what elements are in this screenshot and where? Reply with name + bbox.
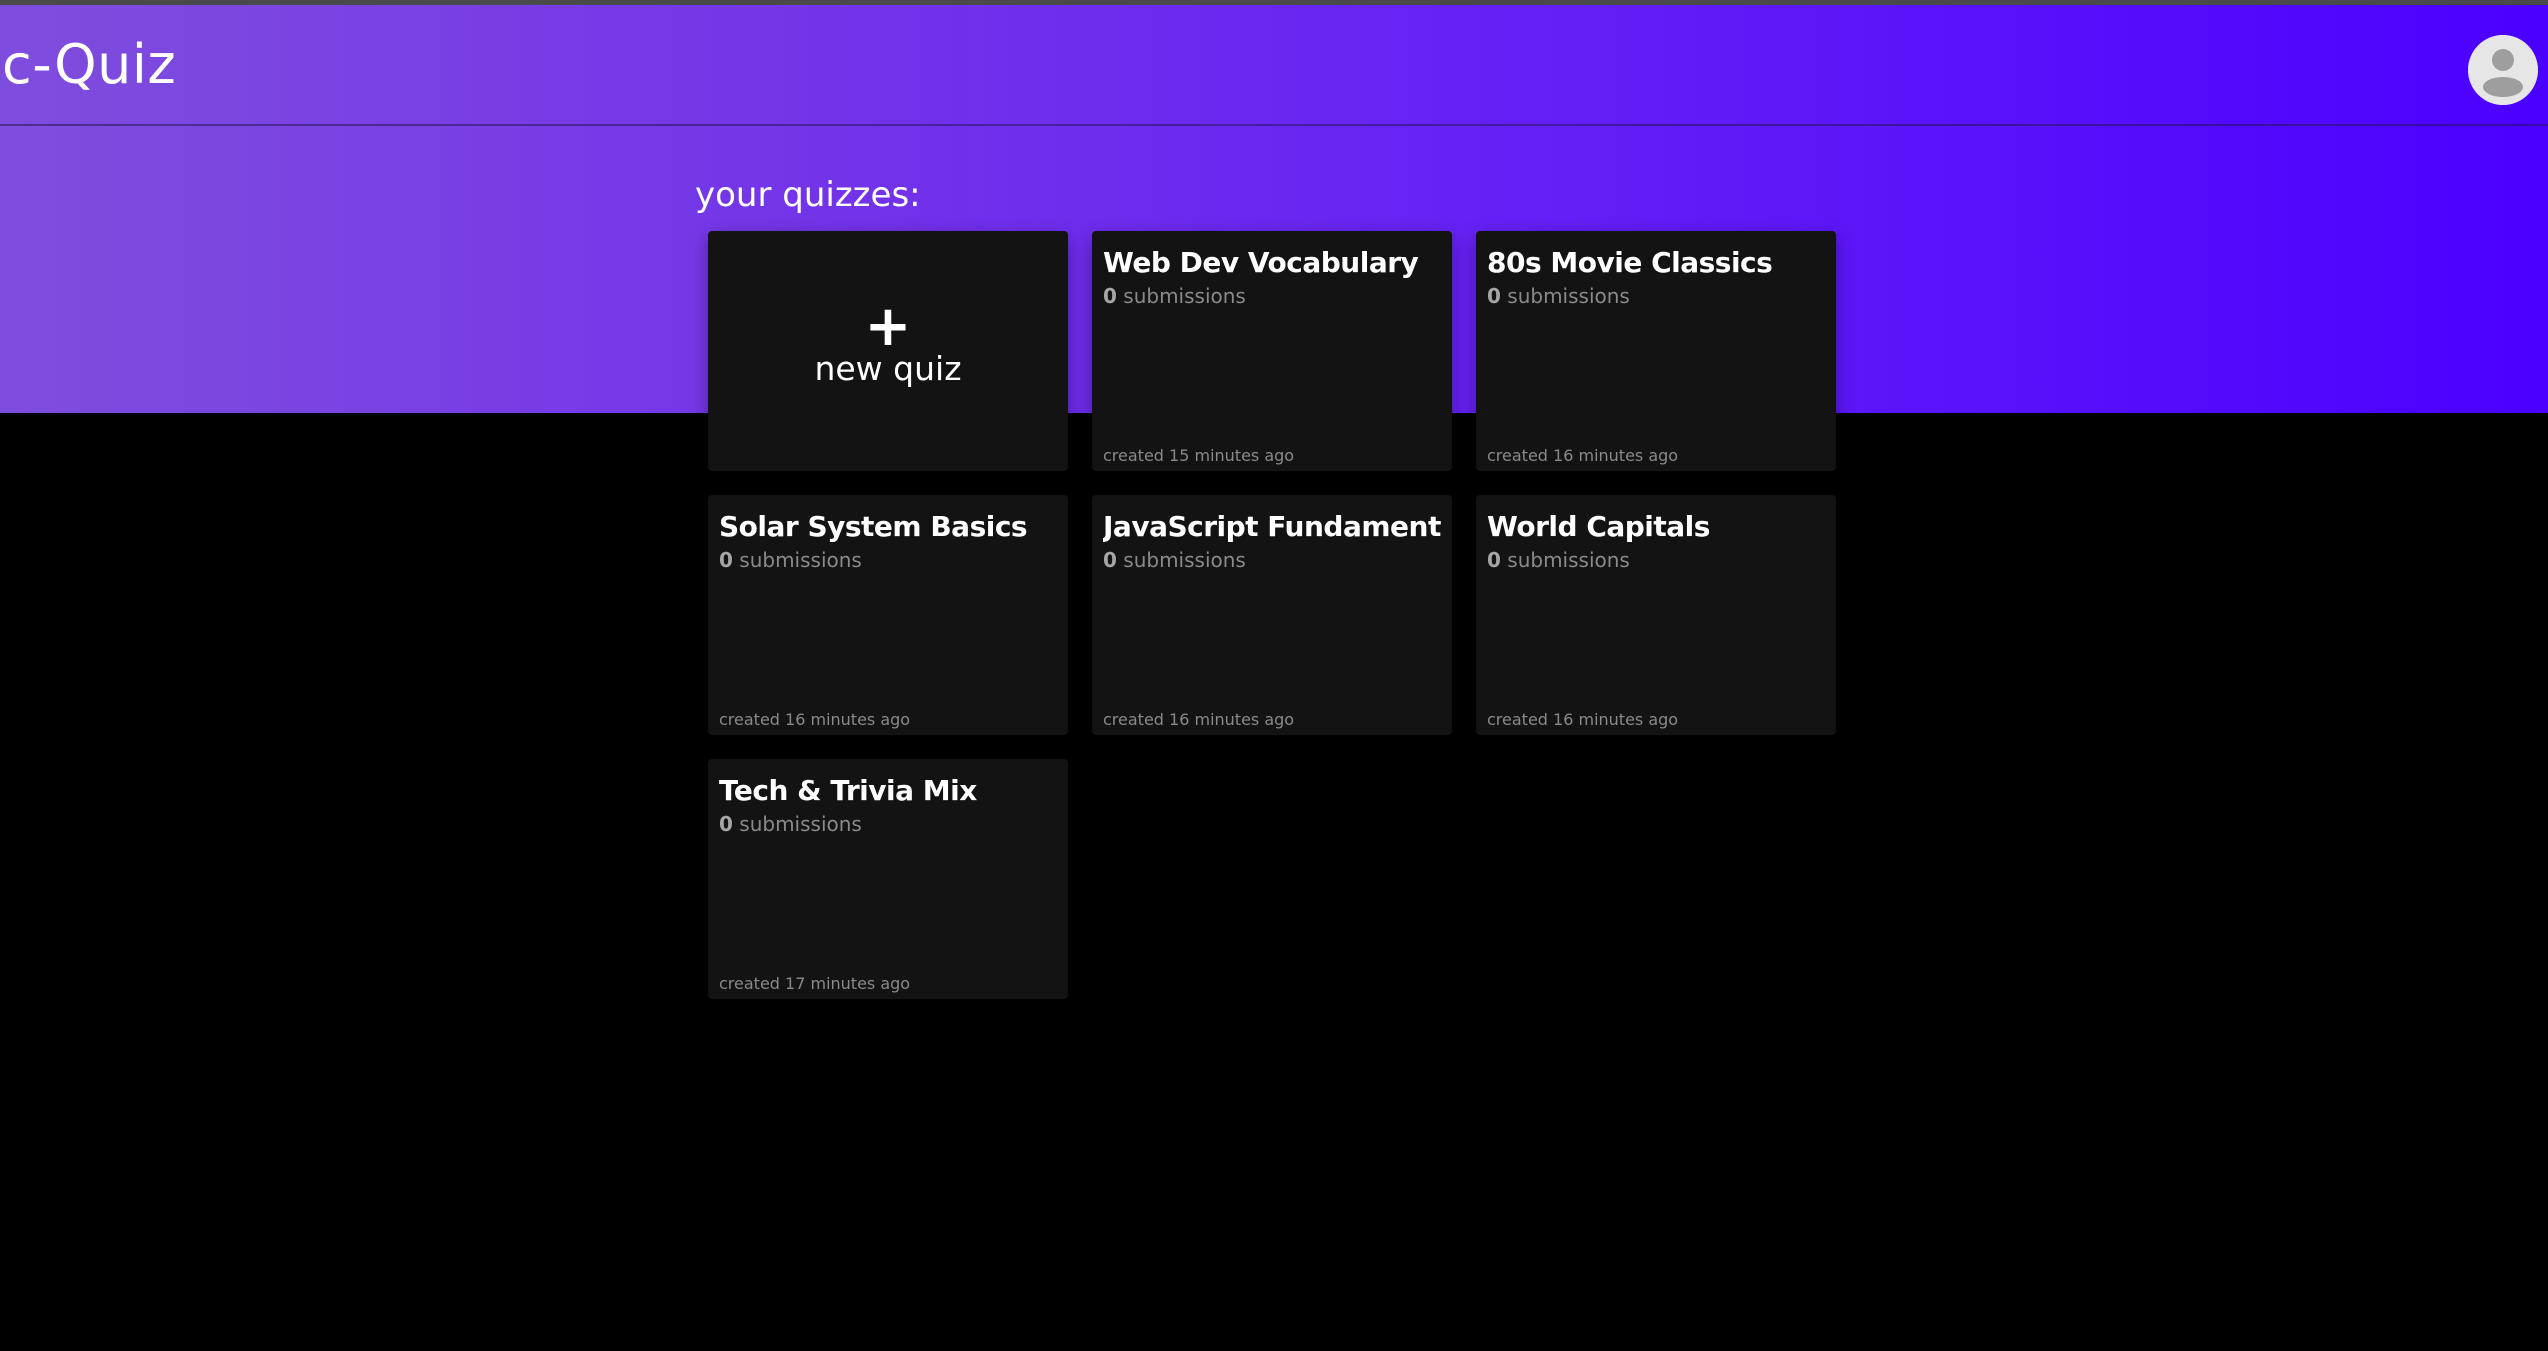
app-title[interactable]: c-Quiz xyxy=(2,33,176,97)
submission-count: 0 xyxy=(1103,284,1117,308)
quiz-submissions: 0 submissions xyxy=(1103,283,1246,309)
new-quiz-card[interactable]: + new quiz xyxy=(708,231,1068,471)
quiz-card[interactable]: Web Dev Vocabulary 0 submissions created… xyxy=(1092,231,1452,471)
quiz-created-time: created 16 minutes ago xyxy=(719,710,911,729)
quiz-title: Solar System Basics xyxy=(719,510,1028,543)
section-heading: your quizzes: xyxy=(695,175,921,215)
quiz-card[interactable]: 80s Movie Classics 0 submissions created… xyxy=(1476,231,1836,471)
quiz-submissions: 0 submissions xyxy=(1103,547,1246,573)
user-avatar-icon xyxy=(2468,35,2538,105)
submission-count: 0 xyxy=(1487,284,1501,308)
quiz-card[interactable]: World Capitals 0 submissions created 16 … xyxy=(1476,495,1836,735)
quiz-card[interactable]: Tech & Trivia Mix 0 submissions created … xyxy=(708,759,1068,999)
submissions-label: submissions xyxy=(1123,548,1246,572)
submission-count: 0 xyxy=(719,812,733,836)
quiz-title: Web Dev Vocabulary xyxy=(1103,246,1419,279)
submission-count: 0 xyxy=(719,548,733,572)
quiz-title: Tech & Trivia Mix xyxy=(719,774,977,807)
quiz-submissions: 0 submissions xyxy=(719,547,862,573)
submission-count: 0 xyxy=(1103,548,1117,572)
quiz-title: World Capitals xyxy=(1487,510,1710,543)
quiz-submissions: 0 submissions xyxy=(1487,547,1630,573)
submissions-label: submissions xyxy=(1507,548,1630,572)
quiz-submissions: 0 submissions xyxy=(1487,283,1630,309)
quiz-created-time: created 16 minutes ago xyxy=(1487,710,1679,729)
quiz-created-time: created 15 minutes ago xyxy=(1103,446,1295,465)
quiz-card[interactable]: Solar System Basics 0 submissions create… xyxy=(708,495,1068,735)
user-avatar-button[interactable] xyxy=(2468,35,2538,105)
submission-count: 0 xyxy=(1487,548,1501,572)
submissions-label: submissions xyxy=(1507,284,1630,308)
quiz-title: 80s Movie Classics xyxy=(1487,246,1773,279)
quiz-created-time: created 17 minutes ago xyxy=(719,974,911,993)
quiz-created-time: created 16 minutes ago xyxy=(1487,446,1679,465)
app-header: c-Quiz xyxy=(0,5,2548,126)
submissions-label: submissions xyxy=(739,812,862,836)
quiz-card[interactable]: JavaScript Fundament 0 submissions creat… xyxy=(1092,495,1452,735)
plus-icon: + xyxy=(864,294,912,359)
quiz-created-time: created 16 minutes ago xyxy=(1103,710,1295,729)
submissions-label: submissions xyxy=(739,548,862,572)
quiz-title: JavaScript Fundament xyxy=(1103,510,1441,543)
submissions-label: submissions xyxy=(1123,284,1246,308)
quiz-submissions: 0 submissions xyxy=(719,811,862,837)
new-quiz-label: new quiz xyxy=(814,349,962,388)
